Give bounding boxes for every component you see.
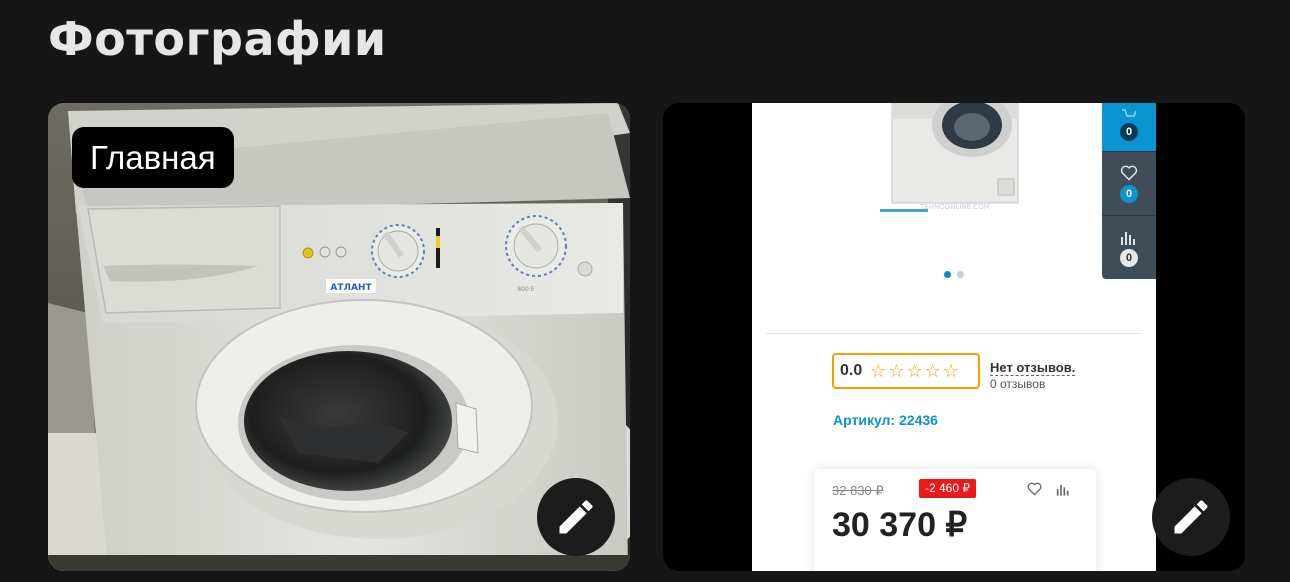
rating-value: 0.0 (840, 362, 863, 379)
edit-photo-button[interactable] (537, 478, 615, 556)
star-icon: ☆ (906, 361, 923, 381)
model-label: 800 E (517, 286, 534, 293)
star-icon: ☆ (870, 361, 887, 381)
cart-counter: 0 (1102, 103, 1156, 151)
page-title: Фотографии (48, 12, 387, 66)
divider (766, 333, 1142, 334)
chart-icon (1056, 484, 1069, 496)
cart-icon (1122, 109, 1136, 117)
compare-counter: 0 (1102, 215, 1156, 280)
compare-count: 0 (1120, 249, 1138, 267)
pencil-icon (1174, 500, 1208, 534)
current-price: 30 370 ₽ (832, 506, 968, 544)
review-count: 0 отзывов (990, 377, 1046, 391)
no-reviews-link: Нет отзывов. (990, 360, 1076, 376)
heart-icon (1120, 165, 1138, 181)
rating-box: 0.0 ☆ ☆ ☆ ☆ ☆ (832, 353, 980, 389)
favorites-count: 0 (1120, 185, 1138, 203)
star-icon: ☆ (888, 361, 905, 381)
brand-label: АТЛАНТ (330, 283, 372, 293)
heart-icon (1027, 482, 1042, 496)
chart-icon (1121, 232, 1135, 245)
carousel-dot (944, 271, 951, 278)
old-price: 32 830 ₽ (832, 483, 884, 498)
edit-photo-button[interactable] (1152, 478, 1230, 556)
discount-badge: -2 460 ₽ (919, 479, 976, 498)
side-panel: 0 0 0 (1102, 103, 1156, 279)
rating-stars: ☆ ☆ ☆ ☆ ☆ (870, 362, 959, 380)
main-photo-badge: Главная (72, 127, 234, 188)
cart-count: 0 (1120, 123, 1138, 141)
pencil-icon (559, 500, 593, 534)
carousel-dots (944, 271, 964, 278)
photo-card-second[interactable]: TEHNOONLINE.COM 0 0 0 0.0 ☆ ☆ ☆ ☆ ☆ Нет … (663, 103, 1245, 571)
product-image: TEHNOONLINE.COM (880, 103, 1019, 212)
photo-card-main[interactable]: АТЛАНТ 800 E Главная (48, 103, 630, 571)
sku: Артикул: 22436 (833, 412, 938, 428)
carousel-dot (957, 271, 964, 278)
favorites-counter: 0 (1102, 151, 1156, 216)
watermark: TEHNOONLINE.COM (919, 203, 990, 211)
price-box: 32 830 ₽ -2 460 ₽ 30 370 ₽ (814, 469, 1096, 571)
star-icon: ☆ (924, 361, 941, 381)
shop-page-screenshot: TEHNOONLINE.COM 0 0 0 0.0 ☆ ☆ ☆ ☆ ☆ Нет … (752, 103, 1156, 571)
star-icon: ☆ (942, 361, 959, 381)
